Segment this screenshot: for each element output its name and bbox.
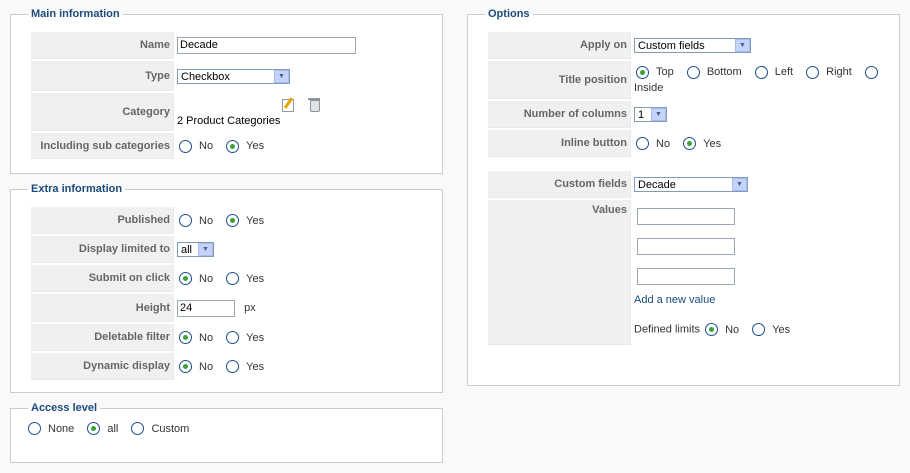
title-left-label: Left <box>774 66 794 79</box>
access-custom-label: Custom <box>151 422 190 435</box>
title-right-label: Right <box>826 66 852 79</box>
dynamic-display-label: Dynamic display <box>31 353 174 380</box>
defined-limits-label: Defined limits <box>634 323 701 336</box>
sub-categories-yes-radio[interactable] <box>226 139 240 153</box>
main-information-legend: Main information <box>31 8 120 20</box>
title-top-radio[interactable] <box>636 65 649 79</box>
sub-categories-label: Including sub categories <box>31 133 174 159</box>
type-select[interactable]: Checkbox ▼ <box>177 68 290 84</box>
category-label: Category <box>31 93 174 131</box>
access-all-radio[interactable] <box>87 422 101 435</box>
options-legend: Options <box>488 8 530 20</box>
extra-information-panel: Extra information Published No Yes Displ… <box>10 183 443 393</box>
inline-yes-label: Yes <box>703 137 722 150</box>
apply-on-select[interactable]: Custom fields ▼ <box>634 38 751 53</box>
access-level-panel: Access level None all Custom <box>10 402 443 463</box>
name-label: Name <box>31 32 174 59</box>
number-of-columns-label: Number of columns <box>488 101 631 128</box>
submit-yes-label: Yes <box>246 272 265 285</box>
submit-on-click-label: Submit on click <box>31 265 174 292</box>
defined-limits-yes-label: Yes <box>772 323 791 336</box>
dynamic-no-label: No <box>199 360 214 373</box>
apply-on-label: Apply on <box>488 32 631 59</box>
published-yes-radio[interactable] <box>226 214 240 227</box>
inline-yes-radio[interactable] <box>683 137 697 150</box>
deletable-yes-label: Yes <box>246 331 265 344</box>
category-value: 2 Product Categories <box>177 115 281 127</box>
inline-no-label: No <box>656 137 671 150</box>
dynamic-no-radio[interactable] <box>179 360 192 373</box>
value-input-1[interactable] <box>637 208 735 225</box>
value-input-2[interactable] <box>637 238 735 255</box>
extra-information-legend: Extra information <box>31 183 123 195</box>
deletable-no-label: No <box>199 331 214 344</box>
height-unit: px <box>244 302 256 314</box>
options-panel: Options Apply on Custom fields ▼ Title p… <box>467 8 900 386</box>
access-all-label: all <box>107 422 119 435</box>
title-bottom-label: Bottom <box>706 66 742 79</box>
published-no-radio[interactable] <box>179 214 192 227</box>
title-top-label: Top <box>656 66 674 79</box>
dynamic-yes-label: Yes <box>246 360 265 373</box>
display-limited-value: all <box>181 244 193 256</box>
deletable-no-radio[interactable] <box>179 331 192 344</box>
inline-button-label: Inline button <box>488 130 631 157</box>
edit-icon[interactable] <box>281 97 295 112</box>
values-label: Values <box>488 200 631 345</box>
chevron-down-icon: ▼ <box>651 108 666 121</box>
main-information-panel: Main information Name Decade Type Checkb… <box>10 8 443 174</box>
name-input[interactable]: Decade <box>177 37 356 54</box>
custom-fields-select[interactable]: Decade ▼ <box>634 177 748 192</box>
inline-no-radio[interactable] <box>636 137 649 150</box>
defined-limits-no-label: No <box>725 323 740 336</box>
display-limited-label: Display limited to <box>31 236 174 263</box>
title-position-label: Title position <box>488 61 631 99</box>
access-custom-radio[interactable] <box>131 422 145 435</box>
sub-categories-no-label: No <box>199 140 214 152</box>
title-inside-label: Inside <box>634 82 664 95</box>
deletable-yes-radio[interactable] <box>226 331 240 344</box>
access-level-legend: Access level <box>31 402 98 414</box>
value-input-3[interactable] <box>637 268 735 285</box>
height-input[interactable]: 24 <box>177 299 235 317</box>
custom-fields-value: Decade <box>638 179 676 191</box>
title-bottom-radio[interactable] <box>686 65 700 79</box>
display-limited-select[interactable]: all ▼ <box>177 242 214 257</box>
custom-fields-label: Custom fields <box>488 171 631 198</box>
sub-categories-no-radio[interactable] <box>179 139 192 153</box>
published-no-label: No <box>199 214 214 227</box>
number-of-columns-select[interactable]: 1 ▼ <box>634 107 667 122</box>
title-left-radio[interactable] <box>754 65 768 79</box>
published-label: Published <box>31 207 174 234</box>
type-select-value: Checkbox <box>181 70 230 83</box>
defined-limits-no-radio[interactable] <box>705 323 719 336</box>
dynamic-yes-radio[interactable] <box>226 360 240 373</box>
chevron-down-icon: ▼ <box>735 39 750 52</box>
height-label: Height <box>31 294 174 322</box>
trash-icon[interactable] <box>308 97 321 112</box>
add-new-value-link[interactable]: Add a new value <box>634 294 715 306</box>
apply-on-value: Custom fields <box>638 40 705 52</box>
number-of-columns-value: 1 <box>638 109 645 121</box>
deletable-filter-label: Deletable filter <box>31 324 174 351</box>
chevron-down-icon: ▼ <box>732 178 747 191</box>
title-right-radio[interactable] <box>806 65 820 79</box>
defined-limits-yes-radio[interactable] <box>752 323 766 336</box>
access-none-radio[interactable] <box>28 422 41 435</box>
chevron-down-icon: ▼ <box>274 69 289 83</box>
submit-no-radio[interactable] <box>179 272 192 285</box>
published-yes-label: Yes <box>246 214 265 227</box>
type-label: Type <box>31 61 174 91</box>
sub-categories-yes-label: Yes <box>246 140 265 152</box>
submit-no-label: No <box>199 272 214 285</box>
chevron-down-icon: ▼ <box>198 243 213 256</box>
title-inside-radio[interactable] <box>864 65 878 79</box>
submit-yes-radio[interactable] <box>226 272 240 285</box>
access-none-label: None <box>48 422 75 435</box>
